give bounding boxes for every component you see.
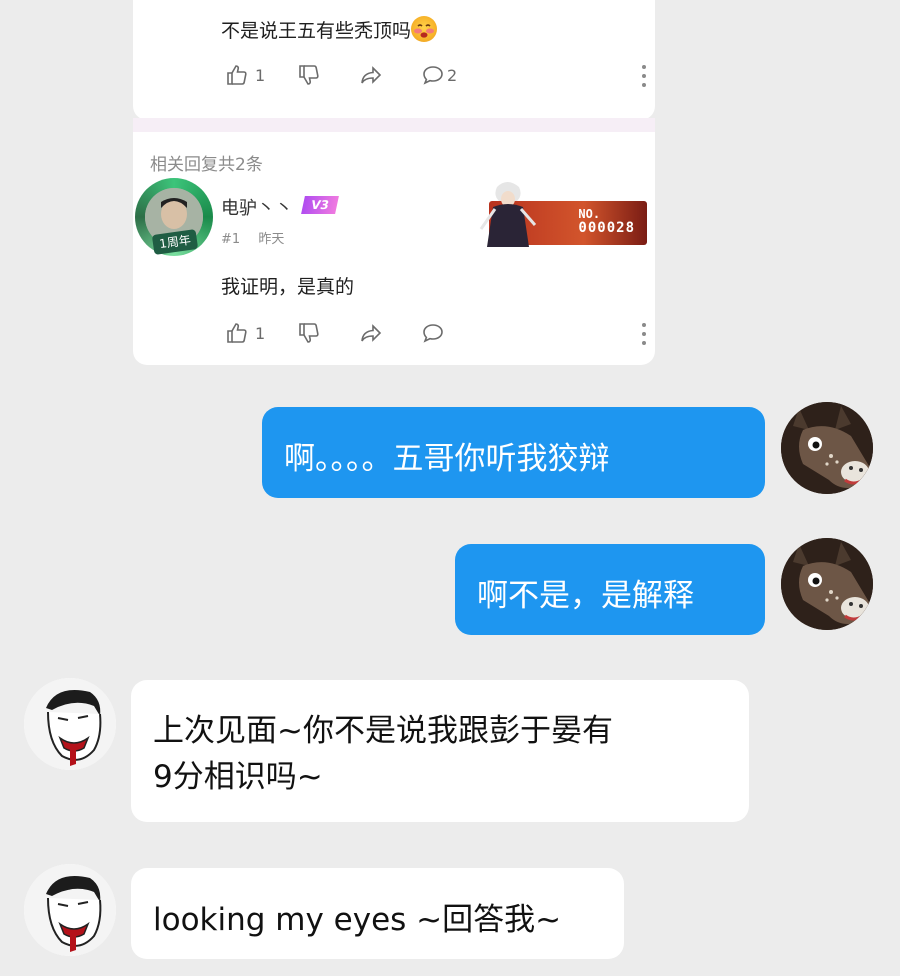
donkey-avatar-image	[781, 538, 873, 630]
dislike-button[interactable]	[297, 63, 359, 87]
user-avatar[interactable]: 1周年	[135, 178, 213, 256]
replies-count-header: 相关回复共2条	[150, 155, 263, 175]
top-comment-actions: 1 2	[225, 63, 481, 87]
comment-bubble-icon	[423, 324, 443, 343]
share-arrow-icon	[361, 324, 382, 342]
level-badge: V3	[301, 196, 339, 214]
like-button[interactable]: 1	[225, 63, 297, 87]
reply-dislike-button[interactable]	[297, 321, 359, 345]
message-text: looking my eyes ~回答我~	[153, 902, 562, 938]
sketch-face-avatar-image	[24, 864, 116, 956]
donkey-avatar-image	[781, 402, 873, 494]
card-number-label: NO. 000028	[578, 207, 635, 236]
sketch-face-avatar[interactable]	[24, 864, 116, 956]
chat-message-outgoing[interactable]: 啊不是，是解释	[455, 544, 765, 635]
thumbs-up-icon	[227, 65, 247, 85]
more-options-icon[interactable]	[641, 65, 647, 87]
like-count: 1	[255, 65, 266, 85]
chat-message-incoming[interactable]: 上次见面~你不是说我跟彭于晏有 9分相识吗~	[131, 680, 749, 822]
thumbs-up-icon	[227, 323, 247, 343]
thumbs-down-icon	[299, 323, 319, 343]
reply-meta: #1 昨天	[221, 228, 298, 247]
reply-text: 我证明，是真的	[221, 276, 355, 298]
reply-actions: 1	[225, 321, 481, 345]
top-comment-card: 不是说王五有些秃顶吗 1 2	[133, 0, 655, 120]
reply-username[interactable]: 电驴丶丶	[221, 194, 293, 220]
comment-bubble-icon	[423, 66, 443, 85]
replies-card: 相关回复共2条 1周年 电驴丶丶 V3 #1 昨天 NO. 000028 我证明…	[133, 132, 655, 365]
sketch-face-avatar[interactable]	[24, 678, 116, 770]
message-text: 上次见面~你不是说我跟彭于晏有 9分相识吗~	[153, 713, 613, 795]
reply-share-button[interactable]	[359, 321, 421, 345]
message-text: 啊不是，是解释	[477, 578, 694, 614]
collectible-card-badge: NO. 000028	[475, 179, 647, 247]
chat-message-outgoing[interactable]: 啊。。。。五哥你听我狡辩	[262, 407, 765, 498]
anime-character-figure	[479, 182, 537, 247]
reply-more-options-icon[interactable]	[641, 323, 647, 345]
top-comment-text: 不是说王五有些秃顶吗	[221, 16, 438, 43]
reply-like-count: 1	[255, 323, 266, 343]
blushing-face-emoji-icon	[411, 16, 438, 42]
message-text: 啊。。。。五哥你听我狡辩	[284, 441, 610, 477]
reply-like-button[interactable]: 1	[225, 321, 297, 345]
reply-time: 昨天	[258, 232, 285, 247]
comment-count: 2	[447, 65, 458, 85]
comment-button[interactable]: 2	[421, 63, 481, 87]
donkey-avatar[interactable]	[781, 538, 873, 630]
sketch-face-avatar-image	[24, 678, 116, 770]
share-button[interactable]	[359, 63, 421, 87]
thumbs-down-icon	[299, 65, 319, 85]
reply-comment-button[interactable]	[421, 321, 481, 345]
donkey-avatar[interactable]	[781, 402, 873, 494]
chat-message-incoming[interactable]: looking my eyes ~回答我~	[131, 868, 624, 959]
share-arrow-icon	[361, 66, 382, 84]
section-divider	[133, 118, 655, 132]
floor-number: #1	[221, 232, 241, 247]
